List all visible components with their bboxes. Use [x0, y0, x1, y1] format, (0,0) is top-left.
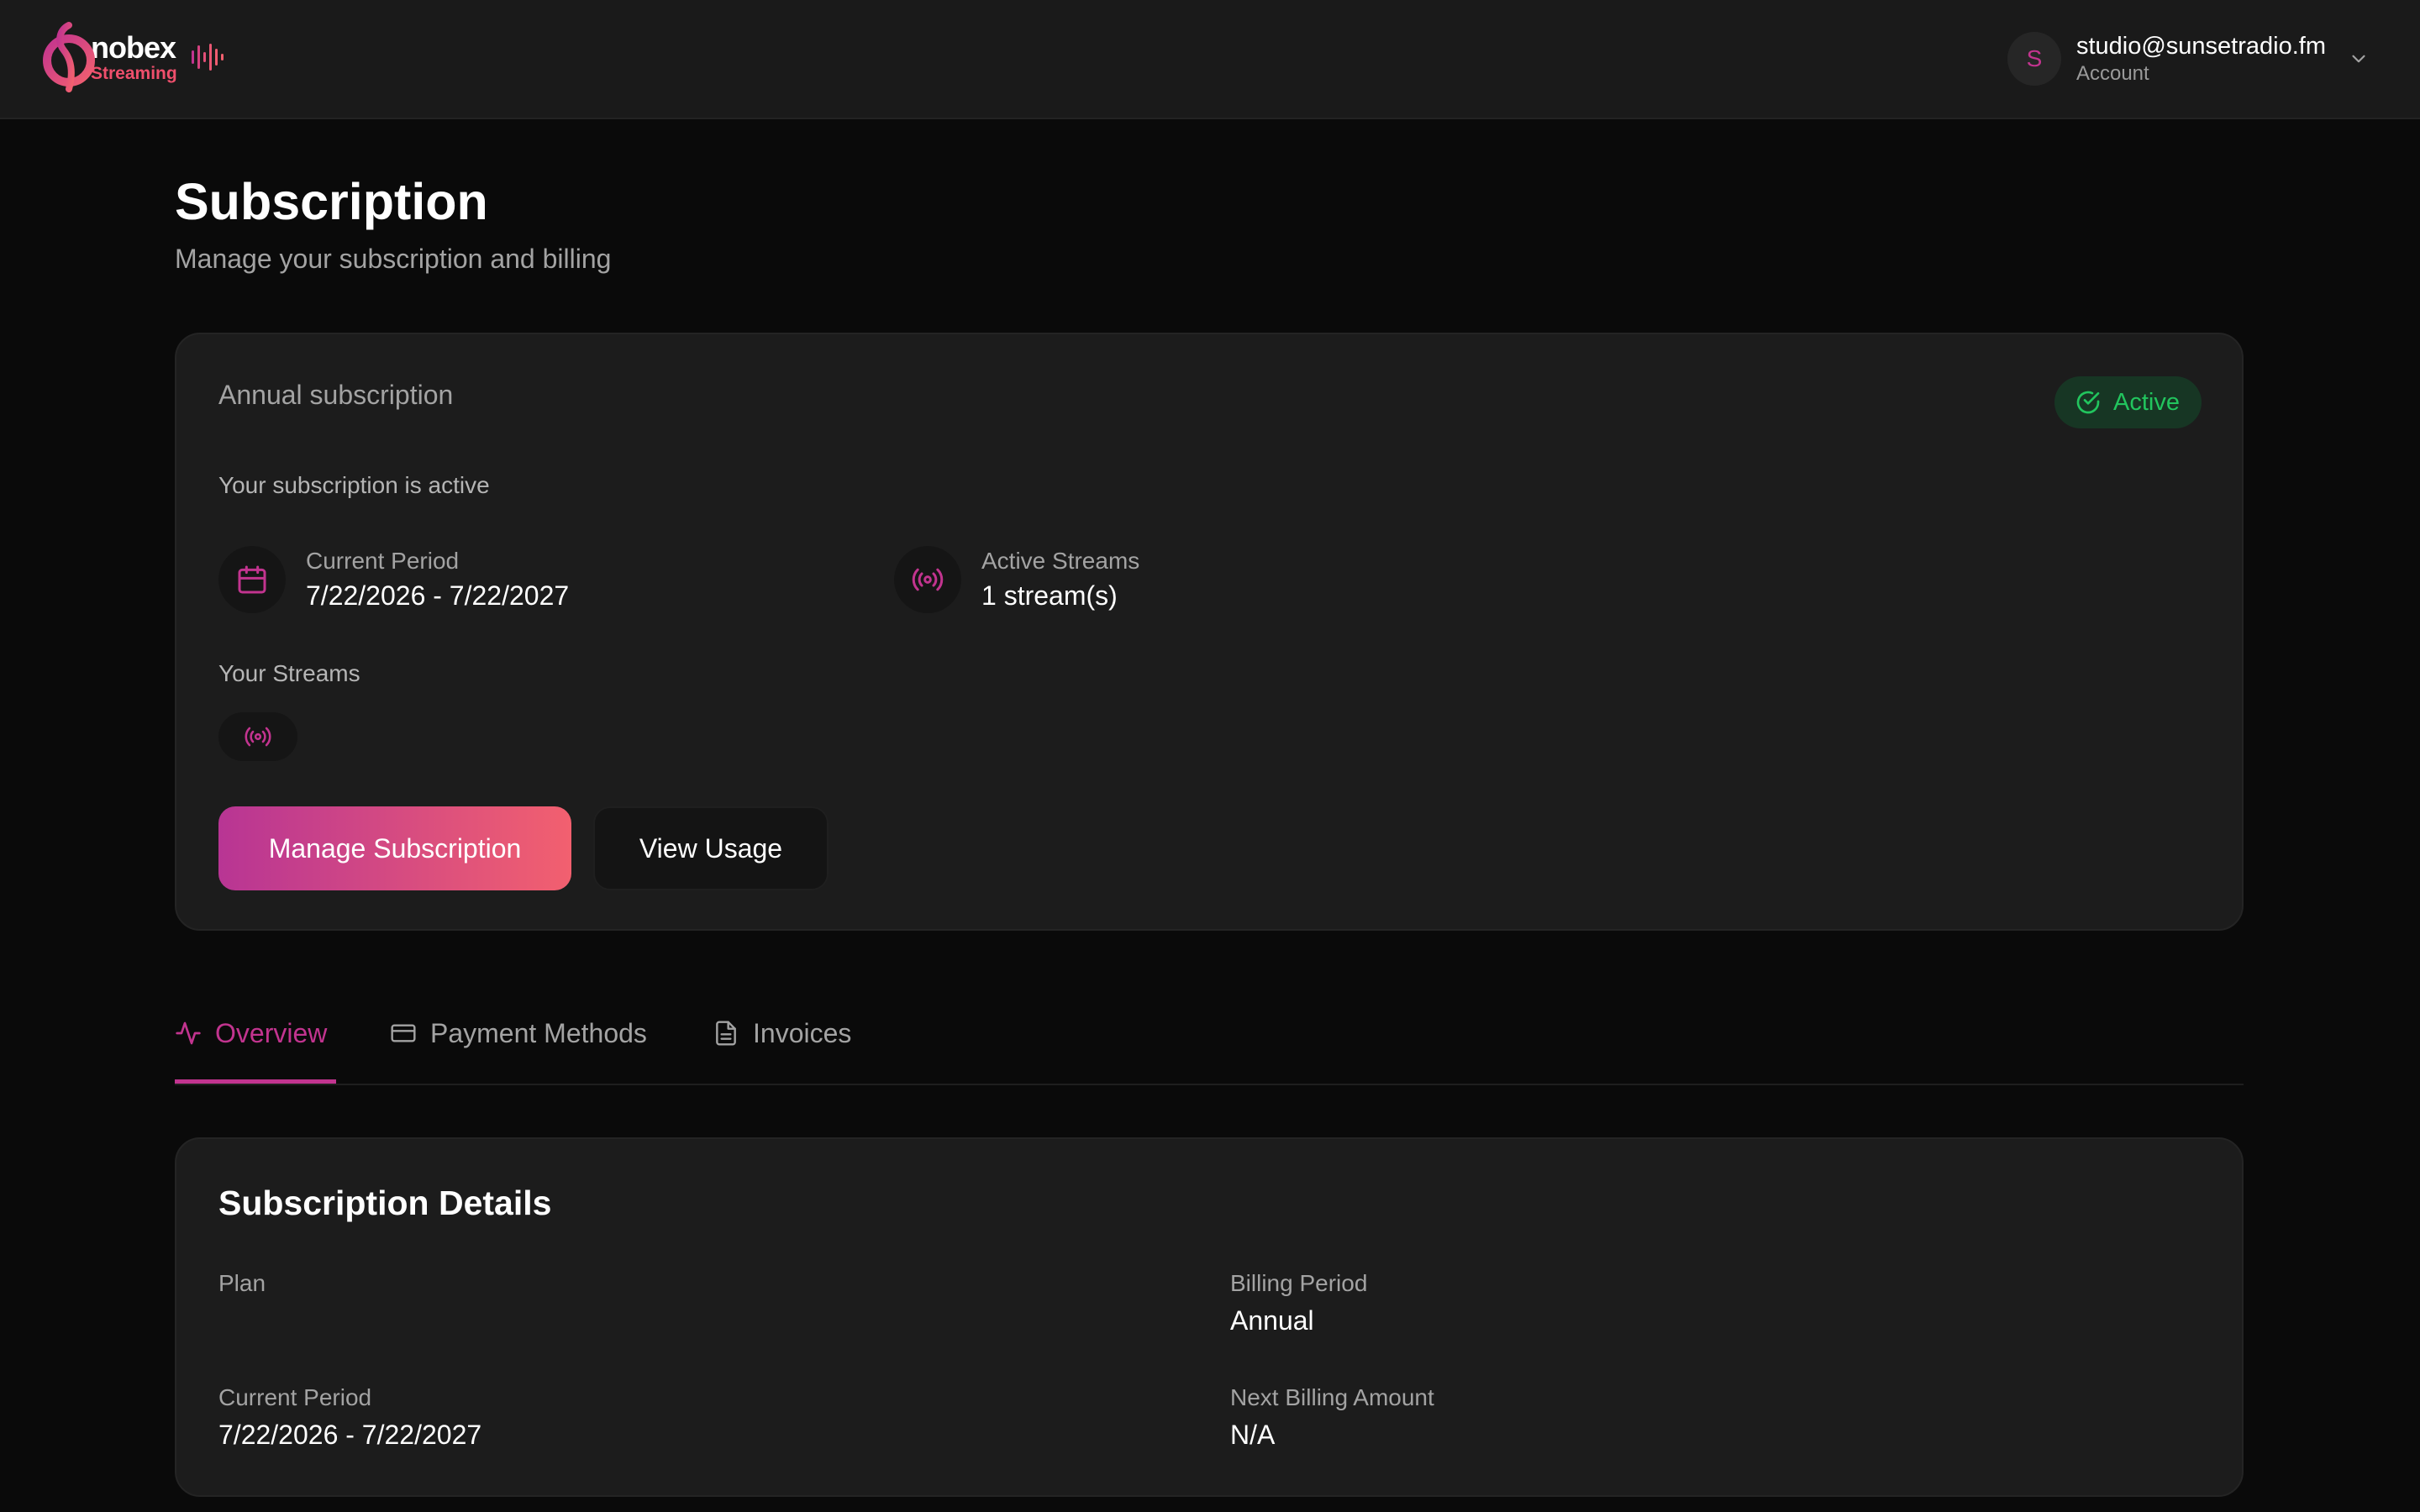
treble-clef-logo-icon: [40, 22, 96, 92]
subscription-card: Annual subscription Active Your subscrip…: [175, 333, 2244, 931]
plan-label: Plan: [218, 1270, 266, 1296]
current-period-label: Current Period: [306, 548, 460, 574]
current-period-stat: Current Period 7/22/2026 - 7/22/2027: [218, 546, 569, 613]
billing-period-label: Billing Period: [1230, 1270, 1368, 1296]
tab-payment-methods[interactable]: Payment Methods: [390, 1015, 647, 1084]
subscription-tabs: Overview Payment Methods Invoices: [175, 1000, 2244, 1085]
active-streams-stat: Active Streams 1 stream(s): [894, 546, 1139, 613]
page-subtitle: Manage your subscription and billing: [175, 244, 612, 274]
view-usage-button[interactable]: View Usage: [593, 806, 829, 890]
manage-subscription-button[interactable]: Manage Subscription: [218, 806, 571, 890]
details-current-period-value: 7/22/2026 - 7/22/2027: [218, 1420, 482, 1450]
billing-period-value: Annual: [1230, 1305, 1314, 1336]
brand-subtitle: Streaming: [91, 63, 177, 83]
subscription-status-text: Your subscription is active: [218, 472, 490, 498]
active-streams-value: 1 stream(s): [981, 580, 1118, 611]
subscription-details-card: Subscription Details Plan Billing Period…: [175, 1137, 2244, 1497]
account-email: studio@sunsetradio.fm: [2075, 33, 2326, 60]
tab-payment-methods-label: Payment Methods: [430, 1018, 647, 1048]
credit-card-icon: [391, 1024, 416, 1042]
account-label: Account: [2075, 62, 2149, 85]
broadcast-icon: [894, 546, 961, 613]
calendar-icon: [218, 546, 286, 613]
details-current-period-label: Current Period: [218, 1384, 372, 1410]
active-streams-label: Active Streams: [981, 548, 1140, 574]
document-icon: [716, 1021, 736, 1046]
avatar[interactable]: S: [2007, 32, 2061, 86]
details-current-period-field: Current Period 7/22/2026 - 7/22/2027: [218, 1383, 481, 1453]
chevron-down-icon[interactable]: [2348, 48, 2370, 70]
sound-wave-icon: [191, 44, 224, 71]
account-menu[interactable]: S studio@sunsetradio.fm Account: [2007, 29, 2370, 89]
tab-overview-label: Overview: [215, 1018, 328, 1048]
your-streams-heading: Your Streams: [218, 660, 360, 686]
page-title: Subscription: [175, 173, 488, 230]
next-billing-label: Next Billing Amount: [1230, 1384, 1434, 1410]
tab-invoices[interactable]: Invoices: [713, 1015, 851, 1084]
check-circle-icon: [2076, 391, 2100, 414]
details-title: Subscription Details: [218, 1184, 552, 1222]
broadcast-icon: [245, 727, 271, 747]
stream-chip[interactable]: [218, 712, 297, 761]
subscription-plan-label: Annual subscription: [218, 380, 454, 410]
next-billing-field: Next Billing Amount N/A: [1230, 1383, 1434, 1453]
activity-icon: [176, 1021, 201, 1045]
tab-overview[interactable]: Overview: [175, 1015, 336, 1084]
tab-invoices-label: Invoices: [753, 1018, 852, 1048]
billing-period-field: Billing Period Annual: [1230, 1268, 1367, 1339]
brand-logo[interactable]: nobex Streaming: [40, 22, 224, 92]
status-badge-label: Active: [2113, 388, 2180, 416]
top-bar: nobex Streaming S studio@sunsetradio.fm …: [0, 0, 2420, 119]
brand-name: nobex: [91, 29, 176, 65]
current-period-value: 7/22/2026 - 7/22/2027: [306, 580, 570, 611]
status-badge: Active: [2054, 376, 2202, 428]
plan-field: Plan: [218, 1268, 266, 1302]
next-billing-value: N/A: [1230, 1420, 1276, 1450]
